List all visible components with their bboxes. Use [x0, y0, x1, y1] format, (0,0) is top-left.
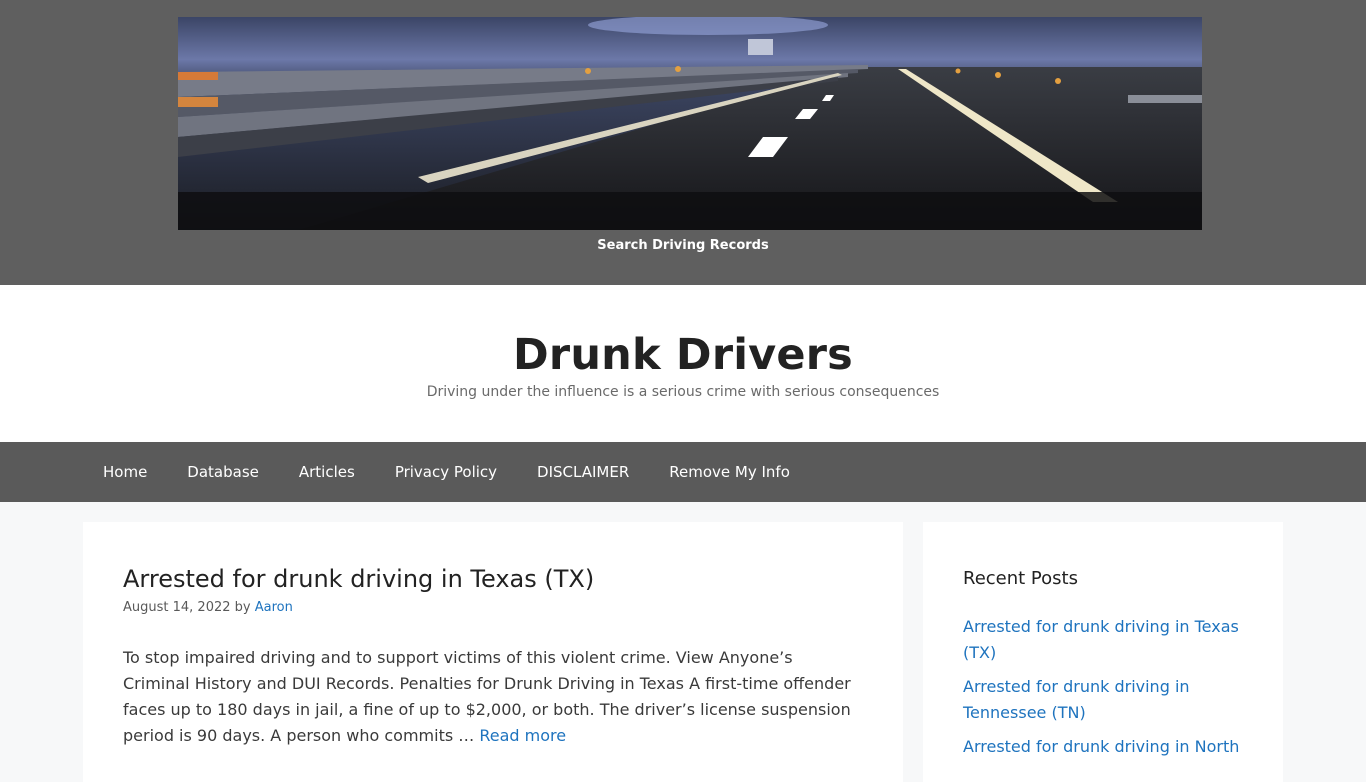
recent-post-link[interactable]: Arrested for drunk driving in North: [963, 737, 1239, 756]
nav-menu: Home Database Articles Privacy Policy DI…: [83, 442, 810, 502]
nav-item-home[interactable]: Home: [83, 442, 167, 502]
search-driving-records-link[interactable]: Search Driving Records: [0, 238, 1366, 253]
recent-post-link[interactable]: Arrested for drunk driving in Texas (TX): [963, 617, 1239, 662]
site-header: Drunk Drivers Driving under the influenc…: [0, 285, 1366, 442]
recent-post-link[interactable]: Arrested for drunk driving in Tennessee …: [963, 677, 1190, 722]
sidebar-recent-posts: Recent Posts Arrested for drunk driving …: [923, 522, 1283, 782]
post-meta: August 14, 2022 by Aaron: [123, 600, 863, 615]
nav-item-articles[interactable]: Articles: [279, 442, 375, 502]
post-card: Arrested for drunk driving in Texas (TX)…: [83, 522, 903, 782]
site-title[interactable]: Drunk Drivers: [0, 285, 1366, 380]
post-title-link[interactable]: Arrested for drunk driving in Texas (TX): [123, 565, 594, 593]
nav-item-remove-my-info[interactable]: Remove My Info: [649, 442, 810, 502]
content-area: Arrested for drunk driving in Texas (TX)…: [0, 502, 1366, 782]
nav-item-database[interactable]: Database: [167, 442, 279, 502]
list-item: Arrested for drunk driving in Tennessee …: [963, 674, 1243, 726]
main-navigation: Home Database Articles Privacy Policy DI…: [0, 442, 1366, 502]
recent-posts-list: Arrested for drunk driving in Texas (TX)…: [963, 614, 1243, 760]
top-banner: Search Driving Records: [0, 0, 1366, 285]
list-item: Arrested for drunk driving in North: [963, 734, 1243, 760]
post-by-label: by: [234, 600, 251, 615]
nav-item-privacy-policy[interactable]: Privacy Policy: [375, 442, 517, 502]
post-excerpt: To stop impaired driving and to support …: [123, 645, 863, 749]
list-item: Arrested for drunk driving in Texas (TX): [963, 614, 1243, 666]
post-date: August 14, 2022: [123, 600, 231, 615]
read-more-link[interactable]: Read more: [479, 726, 566, 745]
nav-item-disclaimer[interactable]: DISCLAIMER: [517, 442, 649, 502]
site-tagline: Driving under the influence is a serious…: [426, 384, 940, 400]
post-author-link[interactable]: Aaron: [255, 600, 293, 615]
widget-title: Recent Posts: [963, 568, 1078, 589]
highway-banner-image[interactable]: [178, 17, 1202, 230]
post-title: Arrested for drunk driving in Texas (TX): [123, 562, 863, 596]
